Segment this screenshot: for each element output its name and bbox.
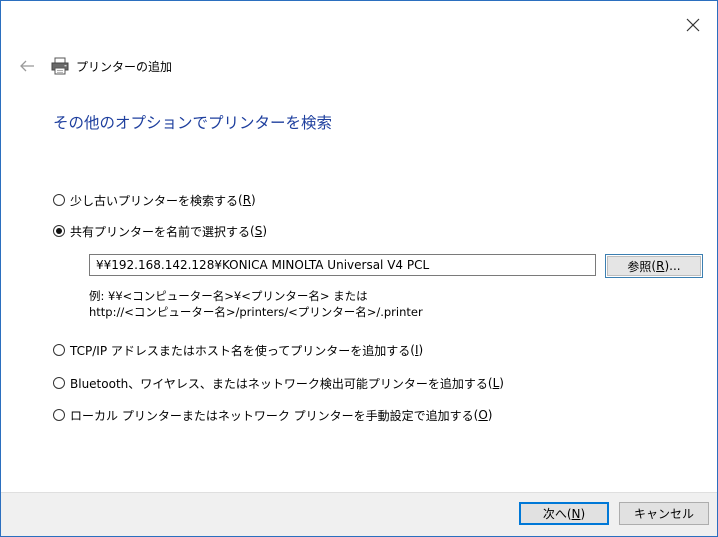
radio-button[interactable] [53,409,65,421]
wizard-nav: プリンターの追加 [16,55,172,77]
shared-printer-path-input[interactable] [89,254,596,276]
path-example-text: 例: ¥¥<コンピューター名>¥<プリンター名> または http://<コンピ… [89,288,423,320]
footer-bar: 次へ(N) キャンセル [1,492,717,536]
access-key: O [478,408,488,422]
add-printer-window: プリンターの追加 その他のオプションでプリンターを検索 少し古いプリンターを検索… [0,0,718,537]
back-arrow-icon [20,60,34,72]
option-label: ローカル プリンターまたはネットワーク プリンターを手動設定で追加する [70,408,474,423]
wizard-title: プリンターの追加 [76,59,173,74]
radio-button[interactable] [53,377,65,389]
browse-button[interactable]: 参照(R)... [605,254,703,278]
printer-icon [51,57,69,75]
close-icon [686,18,700,32]
option-label: 共有プリンターを名前で選択する [70,224,251,239]
option-tcpip[interactable]: TCP/IP アドレスまたはホスト名を使ってプリンターを追加する(I) [53,341,423,359]
option-label: TCP/IP アドレスまたはホスト名を使ってプリンターを追加する [70,343,411,358]
option-bluetooth-wireless[interactable]: Bluetooth、ワイヤレス、またはネットワーク検出可能プリンターを追加する(… [53,374,504,392]
close-button[interactable] [683,15,703,35]
radio-button[interactable] [53,344,65,356]
access-key: R [242,193,252,207]
option-older-printer[interactable]: 少し古いプリンターを検索する(R) [53,191,256,209]
option-shared-printer[interactable]: 共有プリンターを名前で選択する(S) [53,222,267,240]
radio-button-selected[interactable] [53,225,65,237]
back-button[interactable] [16,55,38,77]
access-key: L [492,376,500,390]
option-label: 少し古いプリンターを検索する [70,193,239,208]
example-line-1: 例: ¥¥<コンピューター名>¥<プリンター名> または [89,289,368,303]
next-button[interactable]: 次へ(N) [519,502,609,525]
access-key: S [254,224,263,238]
page-heading: その他のオプションでプリンターを検索 [53,114,333,132]
example-line-2: http://<コンピューター名>/printers/<プリンター名>/.pri… [89,305,423,319]
option-local-manual[interactable]: ローカル プリンターまたはネットワーク プリンターを手動設定で追加する(O) [53,406,492,424]
radio-button[interactable] [53,194,65,206]
option-label: Bluetooth、ワイヤレス、またはネットワーク検出可能プリンターを追加する [70,376,488,391]
cancel-button[interactable]: キャンセル [619,502,709,525]
